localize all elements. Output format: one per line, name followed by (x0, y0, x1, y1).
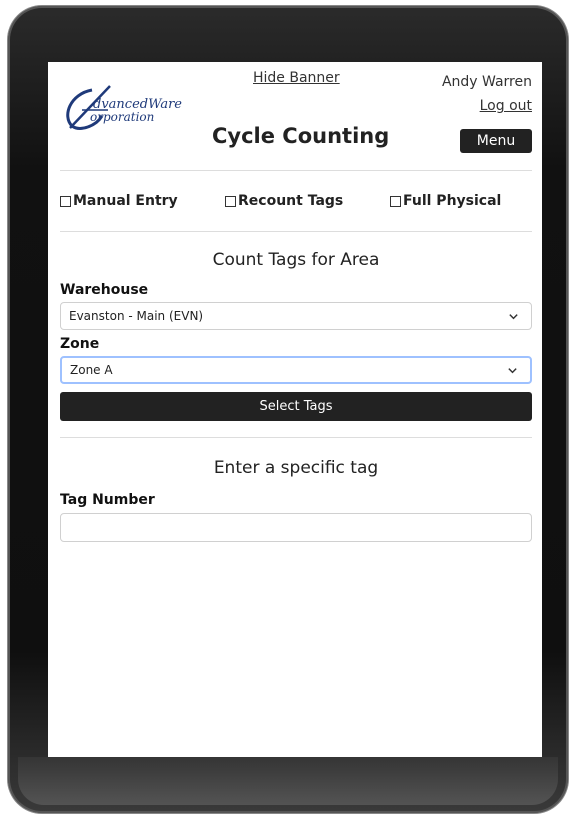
warehouse-label: Warehouse (60, 282, 149, 298)
app-header: dvancedWare orporation Hide Banner Cycle… (60, 62, 532, 170)
divider (60, 231, 532, 232)
full-physical-checkbox[interactable] (390, 195, 401, 207)
recount-tags-label: Recount Tags (238, 193, 344, 209)
user-name: Andy Warren (441, 74, 532, 90)
manual-entry-checkbox[interactable] (60, 195, 71, 207)
manual-entry-label: Manual Entry (73, 193, 178, 209)
tag-number-input[interactable] (60, 513, 532, 542)
full-physical-label: Full Physical (403, 193, 502, 209)
app-screen: dvancedWare orporation Hide Banner Cycle… (48, 62, 542, 757)
chevron-down-icon (508, 303, 519, 330)
chevron-down-icon (507, 358, 518, 383)
logout-link[interactable]: Log out (480, 98, 532, 114)
warehouse-value: Evanston - Main (EVN) (69, 309, 204, 323)
area-section-title: Count Tags for Area (212, 250, 380, 270)
specific-tag-section-title: Enter a specific tag (213, 458, 379, 478)
hide-banner-link[interactable]: Hide Banner (253, 70, 340, 86)
warehouse-select[interactable]: Evanston - Main (EVN) (60, 302, 532, 330)
zone-label: Zone (60, 336, 100, 352)
full-physical-option[interactable]: Full Physical (390, 193, 501, 209)
advancedware-logo: dvancedWare orporation (66, 85, 182, 130)
zone-value: Zone A (70, 363, 113, 377)
tablet-bezel-bottom (18, 757, 558, 805)
page-content: dvancedWare orporation Hide Banner Cycle… (60, 62, 532, 542)
divider (60, 437, 532, 438)
zone-select[interactable]: Zone A (60, 356, 532, 384)
recount-tags-checkbox[interactable] (225, 195, 236, 207)
page-title: Cycle Counting (212, 124, 390, 148)
manual-entry-option[interactable]: Manual Entry (60, 193, 178, 209)
count-mode-options: Manual Entry Recount Tags Full Physical (60, 171, 532, 231)
logo-text-line2: orporation (90, 110, 154, 124)
select-tags-button[interactable]: Select Tags (60, 392, 532, 421)
menu-button[interactable]: Menu (460, 129, 532, 153)
recount-tags-option[interactable]: Recount Tags (225, 193, 343, 209)
tag-number-label: Tag Number (60, 492, 155, 508)
